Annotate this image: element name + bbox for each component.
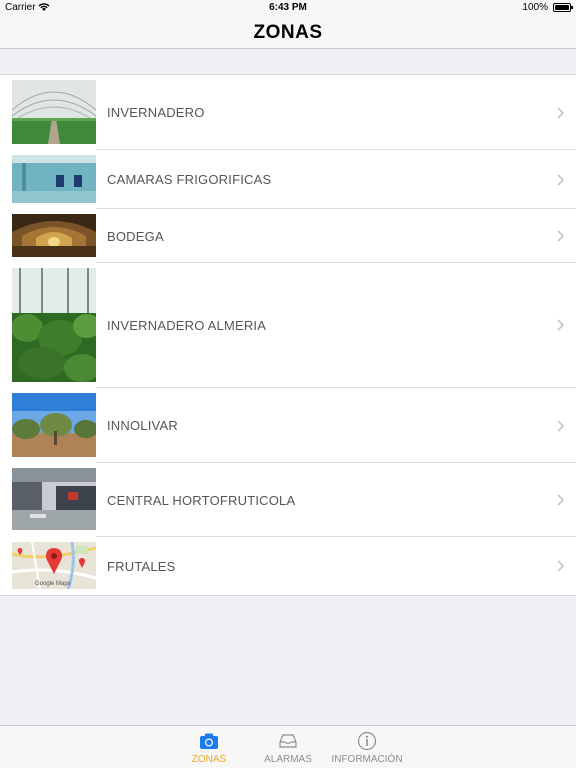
- zone-row-innolivar[interactable]: INNOLIVAR: [0, 388, 576, 463]
- chevron-right-icon: [557, 494, 565, 506]
- tab-bar: ZONAS ALARMAS INFORMACIÓN: [0, 725, 576, 768]
- tab-label: INFORMACIÓN: [331, 754, 403, 765]
- cold-storage-thumbnail: [12, 155, 96, 203]
- zone-label: CAMARAS FRIGORIFICAS: [107, 172, 272, 187]
- zone-label: INVERNADERO ALMERIA: [107, 318, 267, 333]
- chevron-right-icon: [557, 107, 565, 119]
- packing-facility-thumbnail: [12, 468, 96, 530]
- chevron-right-icon: [557, 174, 565, 186]
- zone-row-invernadero-almeria[interactable]: INVERNADERO ALMERIA: [0, 263, 576, 388]
- tab-informacion[interactable]: INFORMACIÓN: [327, 726, 407, 768]
- tab-alarmas[interactable]: ALARMAS: [258, 726, 318, 768]
- tab-label: ALARMAS: [264, 754, 312, 765]
- zone-row-camaras-frigorificas[interactable]: CAMARAS FRIGORIFICAS: [0, 150, 576, 209]
- wine-cellar-thumbnail: [12, 214, 96, 257]
- zone-row-central-hortofruticola[interactable]: CENTRAL HORTOFRUTICOLA: [0, 463, 576, 537]
- chevron-right-icon: [557, 319, 565, 331]
- zone-label: CENTRAL HORTOFRUTICOLA: [107, 493, 296, 508]
- zone-label: FRUTALES: [107, 559, 176, 574]
- zone-row-frutales[interactable]: FRUTALES Google Maps: [0, 537, 576, 595]
- greenhouse-thumbnail: [12, 80, 96, 144]
- tab-label: ZONAS: [191, 754, 227, 765]
- greenhouse-plants-thumbnail: [12, 268, 96, 382]
- zone-row-bodega[interactable]: BODEGA: [0, 209, 576, 263]
- zone-label: INVERNADERO: [107, 105, 205, 120]
- zone-list: INVERNADERO CAMARAS FRIGORIFICAS BODEGA …: [0, 74, 576, 596]
- zone-row-invernadero[interactable]: INVERNADERO: [0, 75, 576, 150]
- inbox-icon: [279, 734, 297, 748]
- zone-label: BODEGA: [107, 229, 164, 244]
- zone-label: INNOLIVAR: [107, 418, 178, 433]
- battery-icon: [553, 3, 573, 12]
- clock: 6:43 PM: [269, 2, 307, 13]
- chevron-right-icon: [557, 420, 565, 432]
- status-bar: Carrier 6:43 PM 100%: [0, 0, 576, 16]
- info-icon: [357, 731, 377, 751]
- chevron-right-icon: [557, 230, 565, 242]
- chevron-right-icon: [557, 560, 565, 572]
- tab-zonas[interactable]: ZONAS: [179, 726, 239, 768]
- page-title: ZONAS: [253, 22, 323, 43]
- camera-icon: [200, 733, 218, 749]
- olive-grove-thumbnail: [12, 393, 96, 457]
- map-attribution: Google Maps: [35, 581, 71, 587]
- navigation-bar: ZONAS: [0, 16, 576, 49]
- battery-percentage: 100%: [522, 2, 548, 13]
